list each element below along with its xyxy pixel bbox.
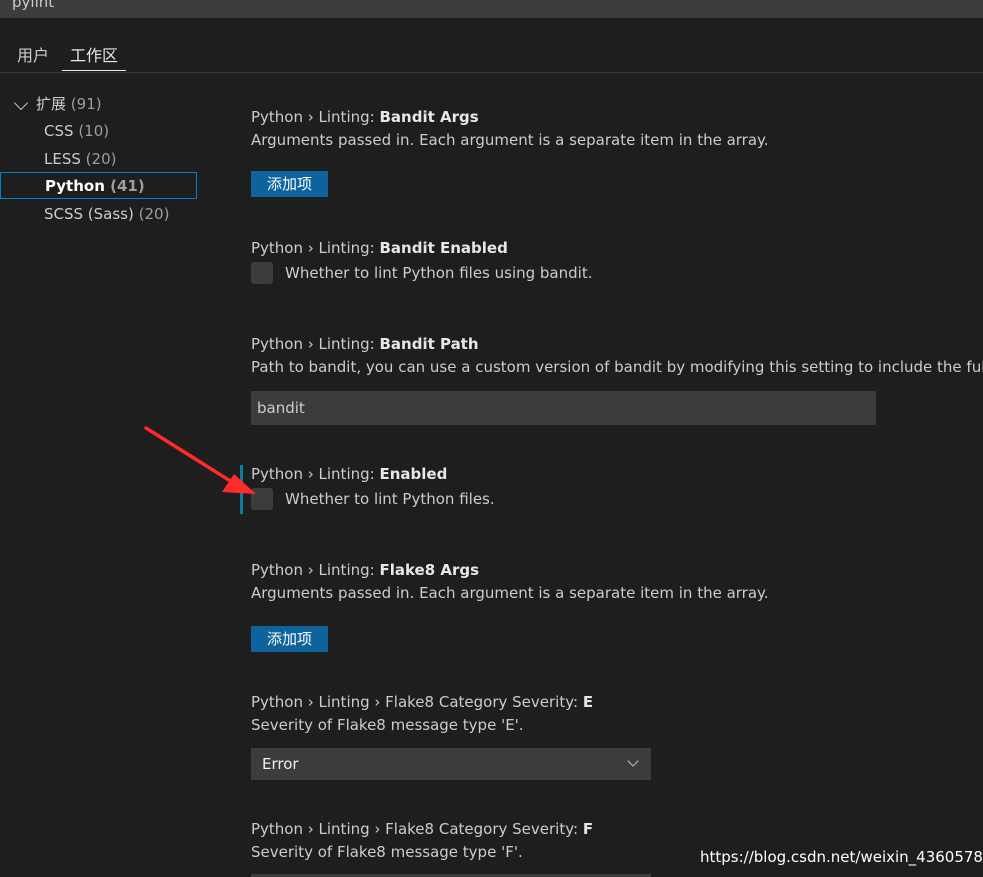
setting-checkbox-row: Whether to lint Python files using bandi… [251, 261, 592, 285]
setting-linting-enabled: Python › Linting: Enabled [251, 463, 447, 485]
setting-category: Python › Linting › Flake8 Category Sever… [251, 693, 583, 711]
settings-scope-tabs: 用户 工作区 [0, 36, 983, 73]
setting-bandit-enabled: Python › Linting: Bandit Enabled [251, 237, 508, 259]
add-item-button[interactable]: 添加项 [251, 626, 329, 652]
setting-flake8-args: Python › Linting: Flake8 Args Arguments … [251, 559, 769, 605]
setting-title: Python › Linting › Flake8 Category Sever… [251, 691, 593, 713]
setting-flake8-severity-e: Python › Linting › Flake8 Category Sever… [251, 691, 593, 737]
setting-bandit-path: Python › Linting: Bandit Path Path to ba… [251, 333, 983, 379]
bandit-path-input[interactable]: bandit [251, 391, 876, 425]
settings-search-input[interactable]: pylint [0, 0, 983, 18]
setting-description: Arguments passed in. Each argument is a … [251, 584, 769, 602]
severity-e-select[interactable]: Error [251, 748, 651, 780]
setting-category: Python › Linting: [251, 239, 380, 257]
toc-item-label: CSS [44, 122, 74, 140]
setting-name: Bandit Enabled [379, 239, 508, 257]
setting-name: Bandit Args [379, 108, 479, 126]
setting-category: Python › Linting: [251, 561, 380, 579]
setting-title: Python › Linting: Bandit Path [251, 333, 983, 355]
setting-checkbox-row: Whether to lint Python files. [251, 487, 495, 511]
setting-category: Python › Linting: [251, 465, 380, 483]
setting-category: Python › Linting › Flake8 Category Sever… [251, 820, 583, 838]
toc-item-label: SCSS (Sass) [44, 205, 134, 223]
toc-item-count: (20) [138, 205, 170, 223]
toc-item-count: (20) [85, 150, 117, 168]
toc-item-scss[interactable]: SCSS (Sass) (20) [44, 201, 169, 228]
toc-item-python[interactable]: Python (41) [0, 172, 197, 199]
toc-item-count: (41) [110, 177, 145, 195]
setting-name: F [582, 820, 594, 838]
setting-flake8-severity-f: Python › Linting › Flake8 Category Sever… [251, 818, 593, 864]
select-value: Error [262, 755, 299, 773]
setting-description: Severity of Flake8 message type 'F'. [251, 843, 523, 861]
setting-title: Python › Linting: Bandit Enabled [251, 237, 508, 259]
tab-user[interactable]: 用户 [17, 42, 49, 70]
setting-name: E [582, 693, 594, 711]
tab-workspace[interactable]: 工作区 [62, 42, 127, 71]
modified-indicator [240, 465, 243, 514]
toc-item-label: LESS [44, 150, 81, 168]
add-item-button[interactable]: 添加项 [251, 171, 329, 197]
toc-item-css[interactable]: CSS (10) [44, 118, 109, 145]
setting-title: Python › Linting: Enabled [251, 463, 447, 485]
toc-item-count: (10) [78, 122, 110, 140]
setting-description: Path to bandit, you can use a custom ver… [251, 358, 983, 376]
setting-description: Severity of Flake8 message type 'E'. [251, 716, 524, 734]
setting-title: Python › Linting: Bandit Args [251, 106, 769, 128]
chevron-down-icon [13, 95, 29, 110]
setting-name: Enabled [379, 465, 448, 483]
setting-category: Python › Linting: [251, 335, 380, 353]
toc-group-extensions[interactable]: 扩展 (91) [12, 91, 102, 118]
linting-enabled-checkbox[interactable] [251, 488, 273, 510]
setting-title: Python › Linting › Flake8 Category Sever… [251, 818, 593, 840]
setting-category: Python › Linting: [251, 108, 380, 126]
toc-item-less[interactable]: LESS (20) [44, 146, 116, 173]
setting-description: Whether to lint Python files using bandi… [285, 264, 593, 282]
setting-description: Arguments passed in. Each argument is a … [251, 131, 769, 149]
setting-bandit-args: Python › Linting: Bandit Args Arguments … [251, 106, 769, 152]
setting-title: Python › Linting: Flake8 Args [251, 559, 769, 581]
search-query: pylint [12, 0, 55, 11]
bandit-enabled-checkbox[interactable] [251, 262, 273, 284]
setting-description: Whether to lint Python files. [285, 490, 495, 508]
chevron-down-icon [627, 755, 639, 767]
toc-group-count: (91) [70, 95, 102, 113]
toc-item-label: Python [45, 177, 105, 195]
setting-name: Bandit Path [379, 335, 479, 353]
toc-group-label: 扩展 [36, 95, 67, 113]
setting-name: Flake8 Args [379, 561, 480, 579]
watermark-text: https://blog.csdn.net/weixin_43605788 [700, 848, 983, 866]
